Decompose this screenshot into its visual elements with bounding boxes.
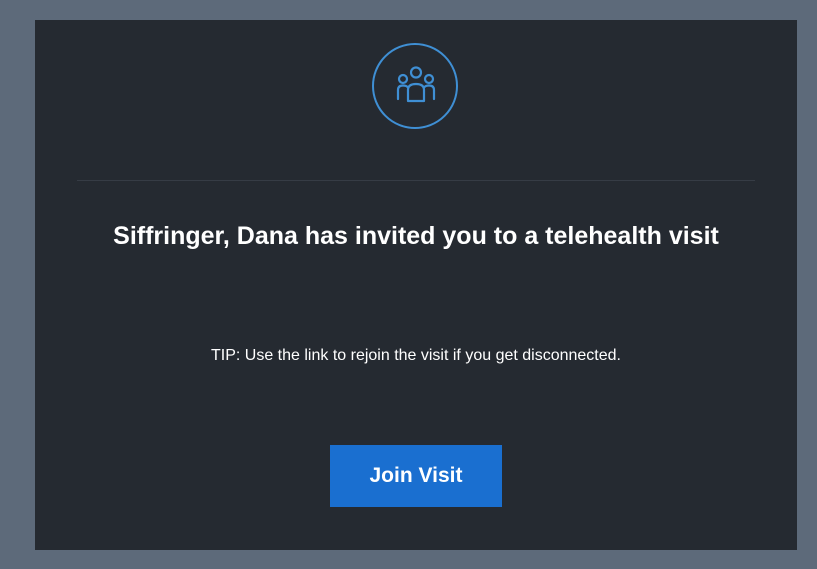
invitation-heading: Siffringer, Dana has invited you to a te… [113, 222, 719, 250]
reconnect-tip: TIP: Use the link to rejoin the visit if… [211, 347, 621, 364]
divider [77, 180, 755, 181]
join-visit-button[interactable]: Join Visit [330, 445, 502, 507]
invitation-card: Siffringer, Dana has invited you to a te… [35, 20, 797, 550]
group-icon [372, 43, 458, 129]
